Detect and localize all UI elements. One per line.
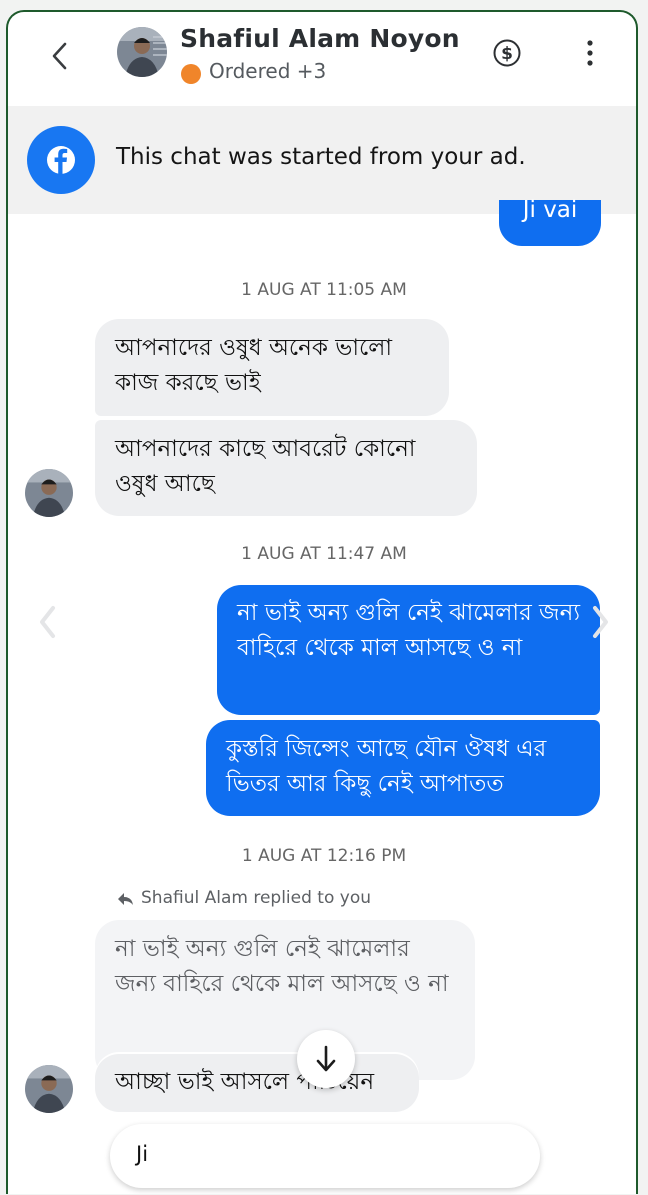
more-vertical-icon[interactable] <box>582 38 598 68</box>
message-input[interactable]: Ji <box>110 1124 540 1188</box>
contact-name[interactable]: Shafiul Alam Noyon <box>180 24 460 53</box>
chevron-left-icon[interactable] <box>36 602 60 642</box>
scroll-down-button[interactable] <box>297 1030 355 1088</box>
chevron-right-icon[interactable] <box>588 602 612 642</box>
timestamp: 1 AUG AT 11:05 AM <box>241 280 407 300</box>
back-arrow-icon[interactable] <box>46 38 74 74</box>
reply-icon <box>118 893 133 905</box>
dollar-icon[interactable]: $ <box>492 38 522 68</box>
quoted-text: না ভাই অন্য গুলি নেই ঝামেলার জন্য বাহিরে… <box>115 936 449 997</box>
incoming-message[interactable]: আপনাদের কাছে আবরেট কোনো ওষুধ আছে <box>95 420 477 516</box>
reply-label: Shafiul Alam replied to you <box>141 888 371 908</box>
arrow-down-icon <box>316 1045 336 1072</box>
ad-banner-text: This chat was started from your ad. <box>116 144 526 170</box>
sender-avatar[interactable] <box>25 469 73 517</box>
message-text: আপনাদের ওষুধ অনেক ভালো কাজ করছে ভাই <box>115 335 393 396</box>
message-input-value: Ji <box>136 1142 149 1166</box>
order-status-label[interactable]: Ordered +3 <box>209 59 326 83</box>
sender-avatar[interactable] <box>25 1065 73 1113</box>
incoming-message[interactable]: আপনাদের ওষুধ অনেক ভালো কাজ করছে ভাই <box>95 319 449 416</box>
message-text: কুস্তরি জিন্সেং আছে যৌন ঔষধ এর ভিতর আর ক… <box>226 736 547 797</box>
status-dot-icon <box>181 64 201 84</box>
message-text: Ji vai <box>522 197 578 223</box>
timestamp: 1 AUG AT 12:16 PM <box>241 846 407 866</box>
outgoing-message-partial[interactable]: Ji vai <box>499 197 601 246</box>
incoming-message[interactable]: আচ্ছা ভাই আসলে পাঠিয়েন <box>95 1054 419 1112</box>
message-text: আপনাদের কাছে আবরেট কোনো ওষুধ আছে <box>115 436 416 497</box>
svg-text:$: $ <box>501 44 513 64</box>
contact-avatar[interactable] <box>117 27 167 77</box>
outgoing-message[interactable]: না ভাই অন্য গুলি নেই ঝামেলার জন্য বাহিরে… <box>217 585 600 715</box>
timestamp: 1 AUG AT 11:47 AM <box>241 544 407 564</box>
message-text: না ভাই অন্য গুলি নেই ঝামেলার জন্য বাহিরে… <box>237 600 581 661</box>
outgoing-message[interactable]: কুস্তরি জিন্সেং আছে যৌন ঔষধ এর ভিতর আর ক… <box>206 720 600 816</box>
facebook-icon <box>27 126 95 194</box>
chat-window: Shafiul Alam Noyon Ordered +3 $ This cha… <box>6 10 638 1194</box>
